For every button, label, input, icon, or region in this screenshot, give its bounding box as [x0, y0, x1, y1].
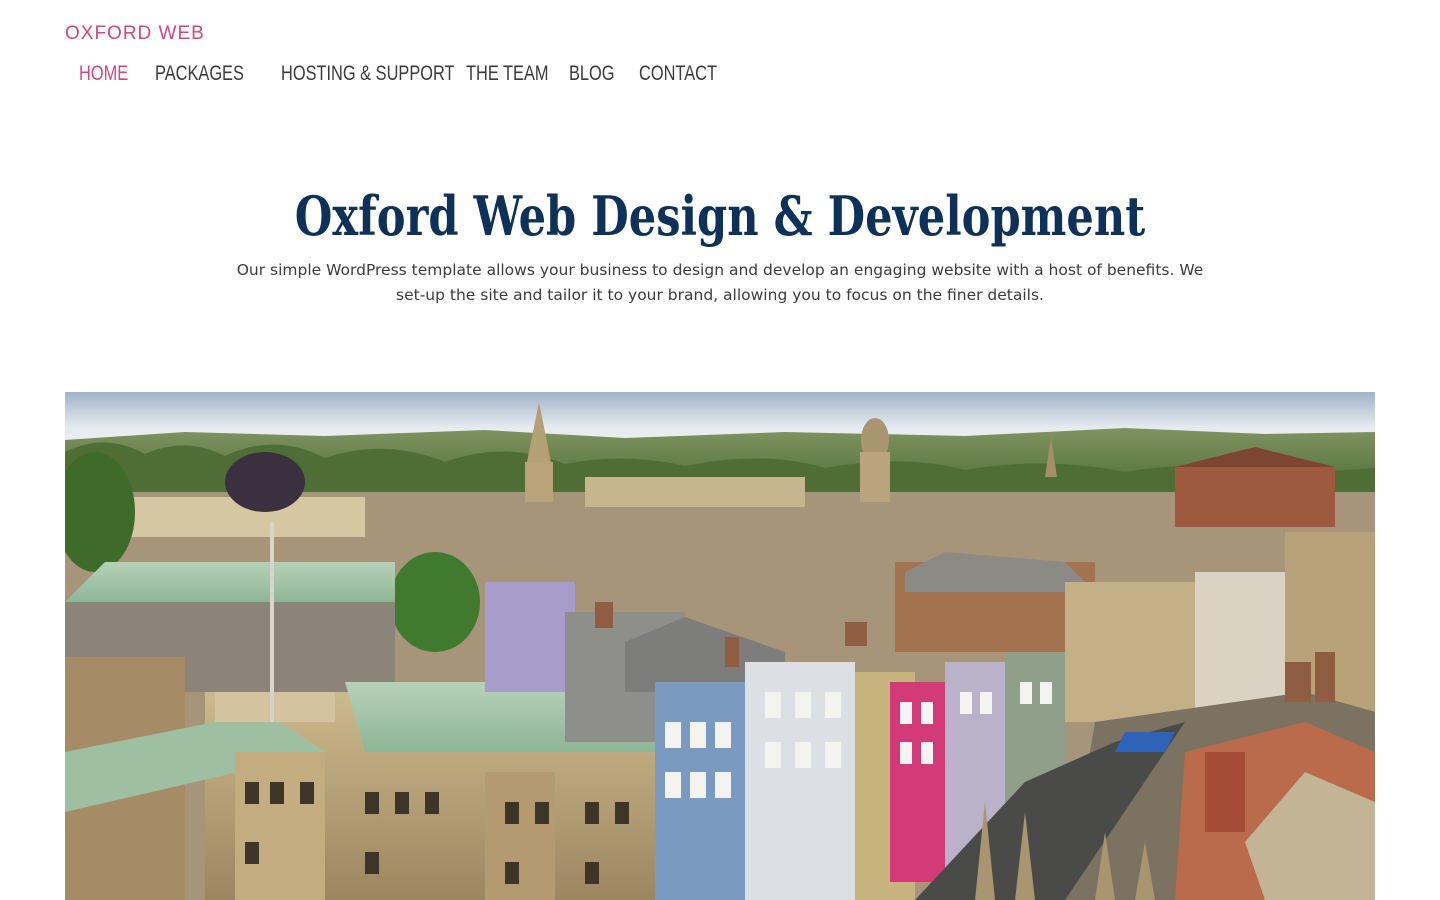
nav-item-home[interactable]: HOME: [79, 58, 128, 90]
hero-description: Our simple WordPress template allows you…: [236, 261, 1204, 304]
nav-item-contact[interactable]: CONTACT: [639, 58, 717, 90]
nav-item-blog[interactable]: BLOG: [569, 58, 615, 90]
hero-image: [65, 392, 1375, 900]
nav-item-the-team[interactable]: THE TEAM: [466, 58, 549, 90]
nav-item-packages[interactable]: PACKAGES: [155, 58, 244, 90]
page-title: Oxford Web Design & Development: [294, 184, 1146, 248]
site-logo[interactable]: OXFORD WEB: [65, 22, 205, 46]
nav-item-hosting-support[interactable]: HOSTING & SUPPORT: [281, 58, 455, 90]
